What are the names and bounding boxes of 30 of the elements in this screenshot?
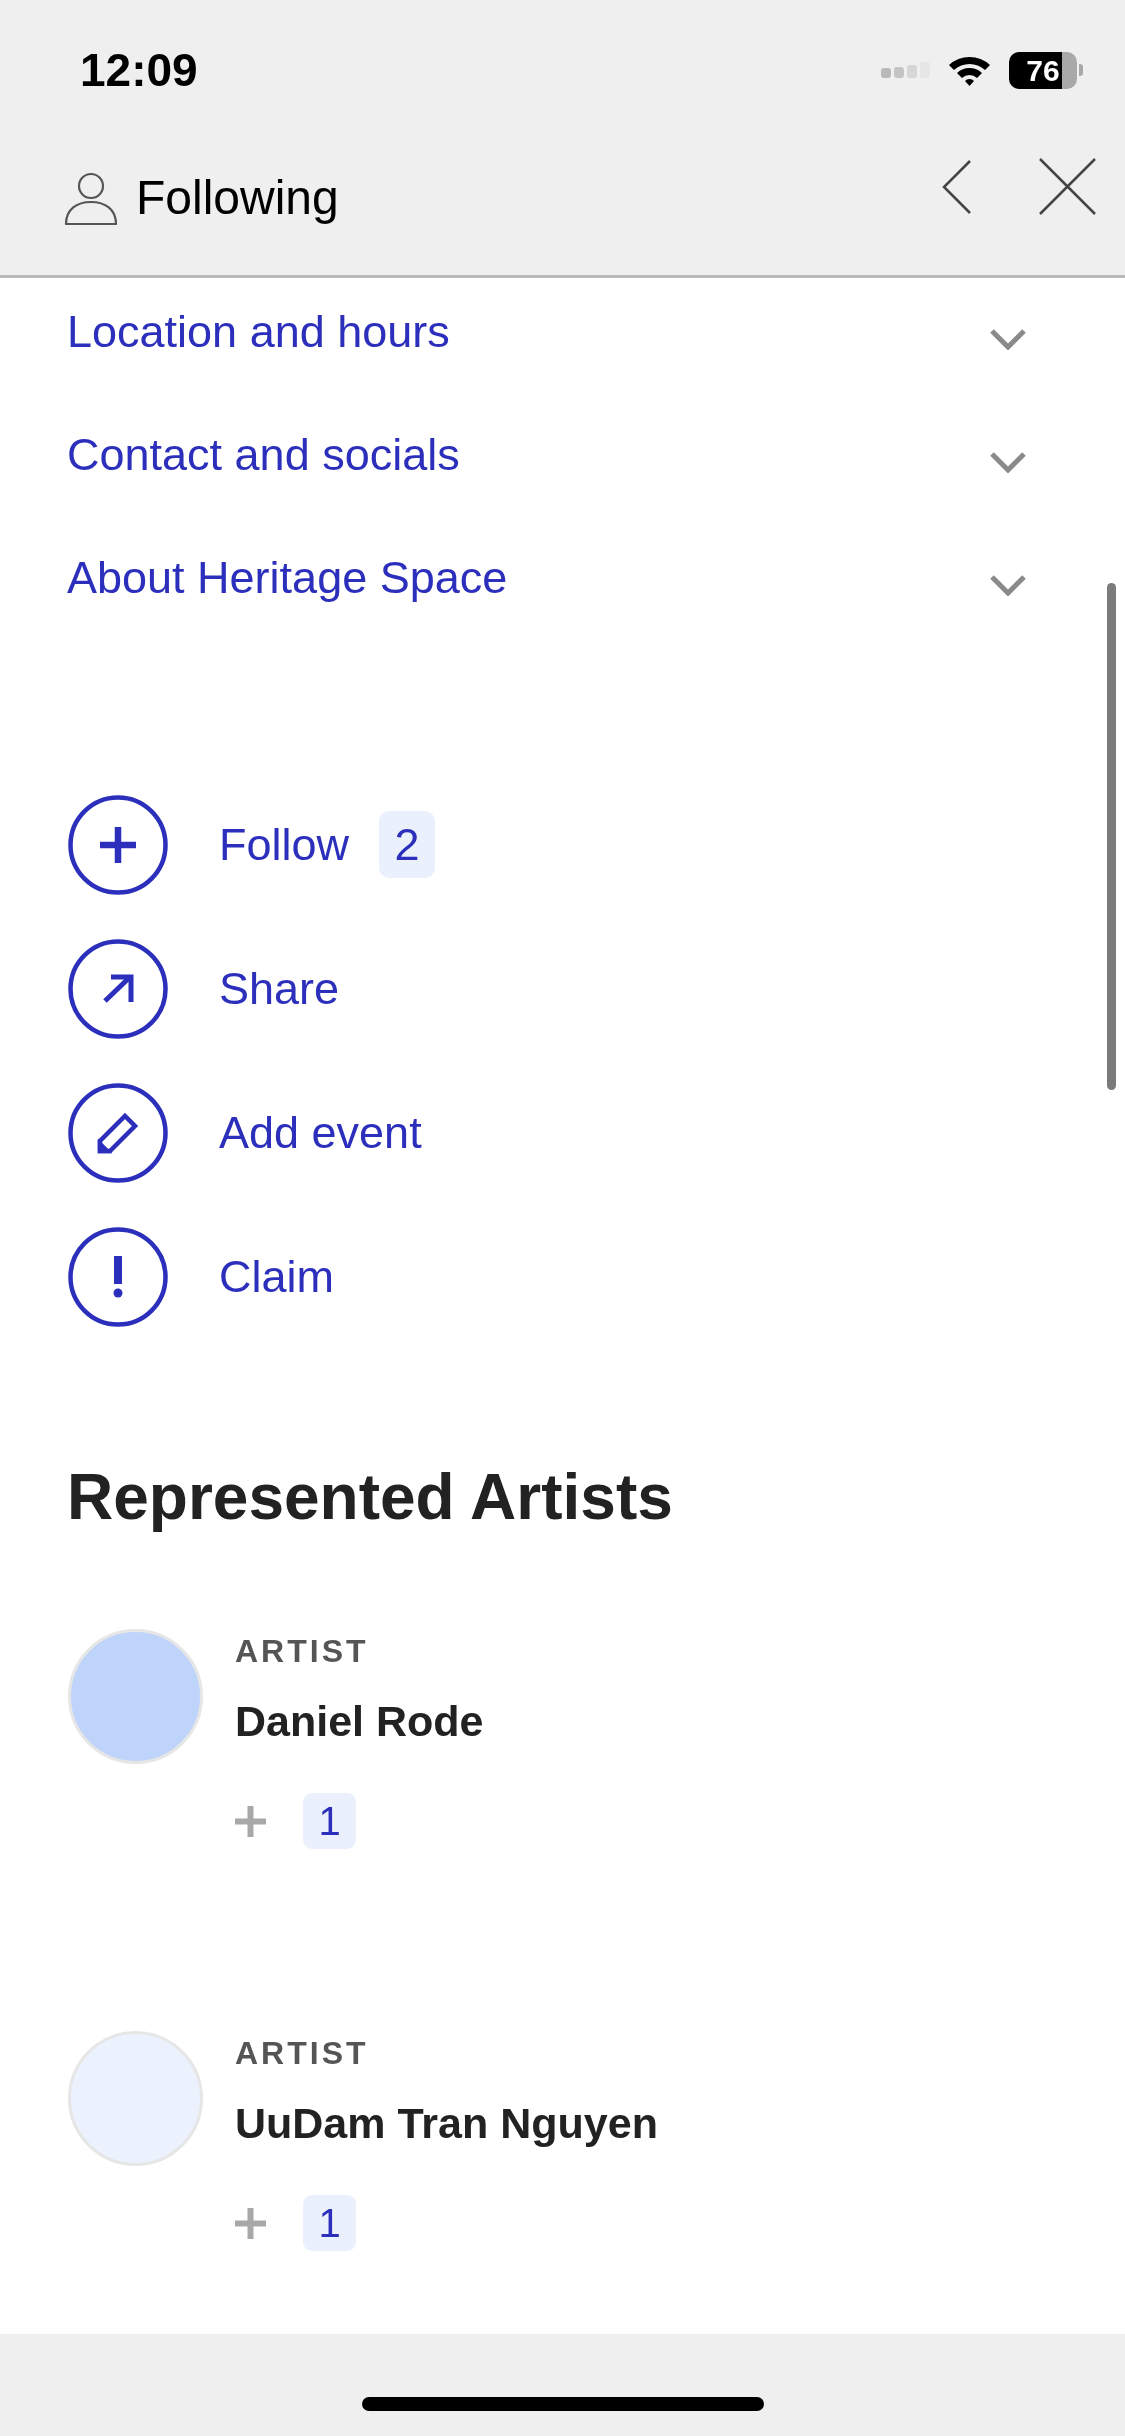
accordion-toggle[interactable]: About Heritage Space [0,526,1125,630]
close-button[interactable] [1039,158,1096,215]
status-time: 12:09 [80,43,198,97]
share-button[interactable]: Share [68,938,340,1039]
plus-circle-icon [68,794,168,895]
accordion-toggle[interactable]: Contact and socials [0,403,1125,507]
accordion-toggle[interactable]: Location and hours [0,280,1125,384]
exclamation-circle-icon [68,1226,168,1327]
plus-icon [235,2207,266,2239]
header-title: Following [136,169,339,226]
section-heading: Represented Artists [66,1460,674,1535]
count-badge: 2 [379,811,436,878]
artist-name: Daniel Rode [235,1696,484,1747]
artist-role-label: ARTIST [235,1632,369,1671]
count-badge: 1 [303,2195,356,2251]
close-icon [1039,158,1096,215]
follow-button[interactable]: Follow [68,794,350,895]
user-icon [64,170,118,225]
plus-icon [235,1805,266,1837]
claim-button[interactable]: Claim [68,1226,334,1327]
artist-name: UuDam Tran Nguyen [235,2098,658,2149]
pencil-circle-icon [68,1082,168,1183]
count-badge: 1 [303,1793,356,1849]
signal-icon [881,62,931,78]
battery-indicator: 76 [1009,51,1083,89]
back-button[interactable] [942,159,972,214]
chevron-left-icon [942,159,972,214]
arrow-up-right-circle-icon [68,938,168,1039]
add-event-button[interactable]: Add event [68,1082,422,1183]
artist-role-label: ARTIST [235,2034,369,2073]
